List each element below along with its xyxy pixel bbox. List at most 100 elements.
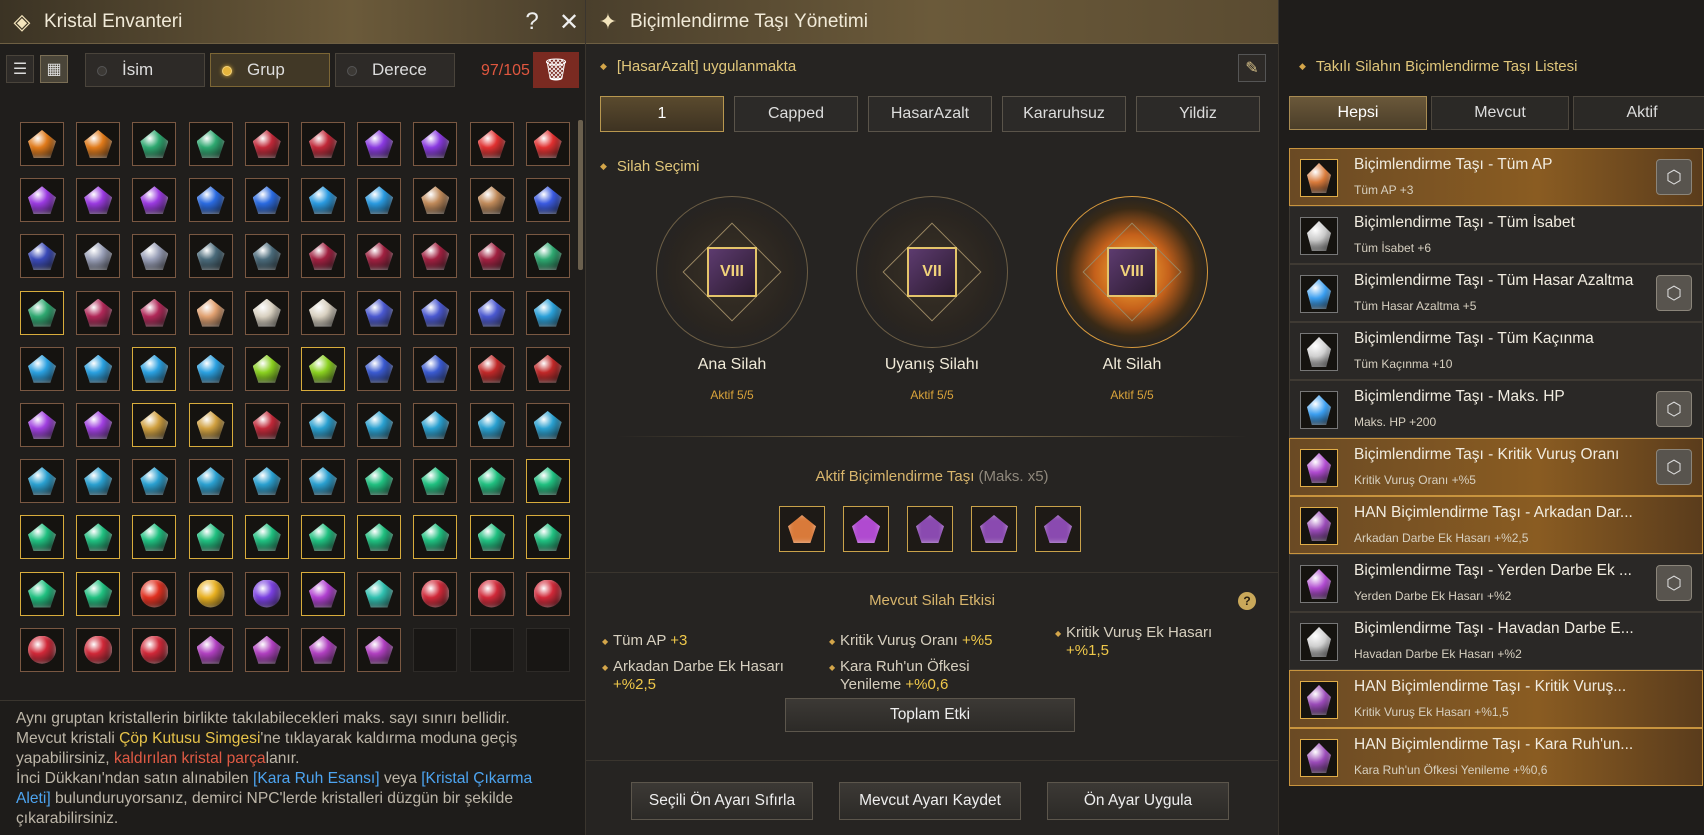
sort-by-group-radio[interactable]: Grup — [210, 53, 330, 87]
preset-button-1[interactable]: 1 — [600, 96, 724, 132]
apply-preset-button[interactable]: Ön Ayar Uygula — [1047, 782, 1229, 820]
crystal-slot[interactable] — [469, 515, 514, 560]
crystal-slot[interactable] — [300, 122, 345, 166]
trash-icon[interactable]: 🗑 — [533, 52, 579, 88]
crystal-slot[interactable] — [76, 515, 121, 560]
crystal-slot[interactable] — [132, 290, 177, 335]
crystal-slot[interactable] — [20, 627, 64, 672]
crystal-slot[interactable] — [132, 402, 177, 447]
crystal-slot[interactable] — [76, 178, 121, 223]
crystal-slot[interactable] — [525, 122, 570, 166]
crystal-slot[interactable] — [300, 459, 345, 504]
crystal-slot[interactable] — [357, 346, 402, 391]
crystal-slot[interactable] — [188, 290, 233, 335]
crystal-slot[interactable] — [244, 178, 289, 223]
crystal-slot[interactable] — [525, 290, 570, 335]
stone-list-item[interactable]: Biçimlendirme Taşı - Havadan Darbe E... H… — [1289, 612, 1703, 670]
empty-slot[interactable] — [469, 627, 514, 672]
preset-button-kararuhsuz[interactable]: Kararuhsuz — [1002, 96, 1126, 132]
tab-current[interactable]: Mevcut — [1431, 96, 1569, 130]
active-stone-slot[interactable] — [843, 506, 889, 552]
crystal-slot[interactable] — [132, 346, 177, 391]
crystal-slot[interactable] — [244, 459, 289, 504]
mid-titlebar[interactable]: ✦ Biçimlendirme Taşı Yönetimi — [586, 0, 1278, 44]
stone-list-item[interactable]: HAN Biçimlendirme Taşı - Kara Ruh'un... K… — [1289, 728, 1703, 786]
crystal-slot[interactable] — [413, 515, 458, 560]
crystal-slot[interactable] — [469, 178, 514, 223]
crystal-slot[interactable] — [244, 290, 289, 335]
crystal-slot[interactable] — [188, 234, 233, 279]
sort-by-name-radio[interactable]: İsim — [85, 53, 205, 87]
crystal-slot[interactable] — [300, 234, 345, 279]
reset-preset-button[interactable]: Seçili Ön Ayarı Sıfırla — [631, 782, 813, 820]
crystal-slot[interactable] — [76, 459, 121, 504]
crystal-slot[interactable] — [188, 571, 233, 616]
weapon-sub[interactable]: VIII Alt Silah Aktif 5/5 — [1056, 196, 1208, 402]
crystal-slot[interactable] — [357, 234, 402, 279]
crystal-slot[interactable] — [132, 571, 177, 616]
crystal-slot[interactable] — [132, 234, 177, 279]
list-view-icon[interactable]: ☰ — [6, 55, 34, 83]
crystal-slot[interactable] — [244, 515, 289, 560]
stone-list-item[interactable]: HAN Biçimlendirme Taşı - Arkadan Dar... A… — [1289, 496, 1703, 554]
crystal-slot[interactable] — [413, 402, 458, 447]
scrollbar[interactable] — [578, 120, 583, 270]
edit-icon[interactable]: ✎ — [1238, 54, 1266, 82]
preset-button-capped[interactable]: Capped — [734, 96, 858, 132]
preset-button-yildiz[interactable]: Yildiz — [1136, 96, 1260, 132]
active-stone-slot[interactable] — [779, 506, 825, 552]
crystal-slot[interactable] — [469, 290, 514, 335]
crystal-slot[interactable] — [76, 234, 121, 279]
crystal-slot[interactable] — [413, 459, 458, 504]
save-preset-button[interactable]: Mevcut Ayarı Kaydet — [839, 782, 1021, 820]
crystal-slot[interactable] — [413, 571, 458, 616]
crystal-slot[interactable] — [76, 290, 121, 335]
preset-button-hasarazalt[interactable]: HasarAzalt — [868, 96, 992, 132]
crystal-slot[interactable] — [300, 290, 345, 335]
stone-list-item[interactable]: Biçimlendirme Taşı - Tüm AP Tüm AP +3 ⬡ — [1289, 148, 1703, 206]
crystal-slot[interactable] — [20, 178, 64, 223]
crystal-slot[interactable] — [469, 571, 514, 616]
crystal-slot[interactable] — [76, 627, 121, 672]
crystal-slot[interactable] — [20, 571, 64, 616]
crystal-slot[interactable] — [300, 515, 345, 560]
crystal-slot[interactable] — [357, 290, 402, 335]
crystal-slot[interactable] — [188, 178, 233, 223]
crystal-slot[interactable] — [300, 627, 345, 672]
crystal-slot[interactable] — [20, 402, 64, 447]
stone-list-item[interactable]: Biçimlendirme Taşı - Yerden Darbe Ek ...… — [1289, 554, 1703, 612]
crystal-slot[interactable] — [525, 459, 570, 504]
grid-view-icon[interactable]: ▦ — [40, 55, 68, 83]
total-effect-button[interactable]: Toplam Etki — [785, 698, 1075, 732]
crystal-slot[interactable] — [244, 122, 289, 166]
equip-icon[interactable]: ⬡ — [1656, 565, 1692, 601]
crystal-slot[interactable] — [469, 402, 514, 447]
help-icon[interactable]: ? — [518, 8, 546, 36]
equip-icon[interactable]: ⬡ — [1656, 159, 1692, 195]
weapon-main[interactable]: VIII Ana Silah Aktif 5/5 — [656, 196, 808, 402]
crystal-slot[interactable] — [413, 178, 458, 223]
stone-list-item[interactable]: HAN Biçimlendirme Taşı - Kritik Vuruş...… — [1289, 670, 1703, 728]
crystal-slot[interactable] — [525, 571, 570, 616]
crystal-slot[interactable] — [357, 122, 402, 166]
stone-list-item[interactable]: Biçimlendirme Taşı - Maks. HP Maks. HP +2… — [1289, 380, 1703, 438]
tab-active[interactable]: Aktif — [1573, 96, 1704, 130]
stone-list-item[interactable]: Biçimlendirme Taşı - Tüm Hasar Azaltma Tü… — [1289, 264, 1703, 322]
sort-by-grade-radio[interactable]: Derece — [335, 53, 455, 87]
crystal-slot[interactable] — [357, 178, 402, 223]
crystal-slot[interactable] — [188, 346, 233, 391]
crystal-slot[interactable] — [20, 122, 64, 166]
active-stone-slot[interactable] — [1035, 506, 1081, 552]
inventory-titlebar[interactable]: ◈ Kristal Envanteri ? ✕ — [0, 0, 585, 44]
crystal-slot[interactable] — [244, 346, 289, 391]
crystal-slot[interactable] — [413, 122, 458, 166]
stone-list-item[interactable]: Biçimlendirme Taşı - Tüm İsabet Tüm İsabe… — [1289, 206, 1703, 264]
crystal-slot[interactable] — [525, 515, 570, 560]
crystal-slot[interactable] — [413, 234, 458, 279]
crystal-slot[interactable] — [20, 290, 64, 335]
crystal-slot[interactable] — [300, 402, 345, 447]
crystal-slot[interactable] — [357, 627, 402, 672]
empty-slot[interactable] — [413, 627, 458, 672]
active-stone-slot[interactable] — [907, 506, 953, 552]
crystal-slot[interactable] — [525, 178, 570, 223]
